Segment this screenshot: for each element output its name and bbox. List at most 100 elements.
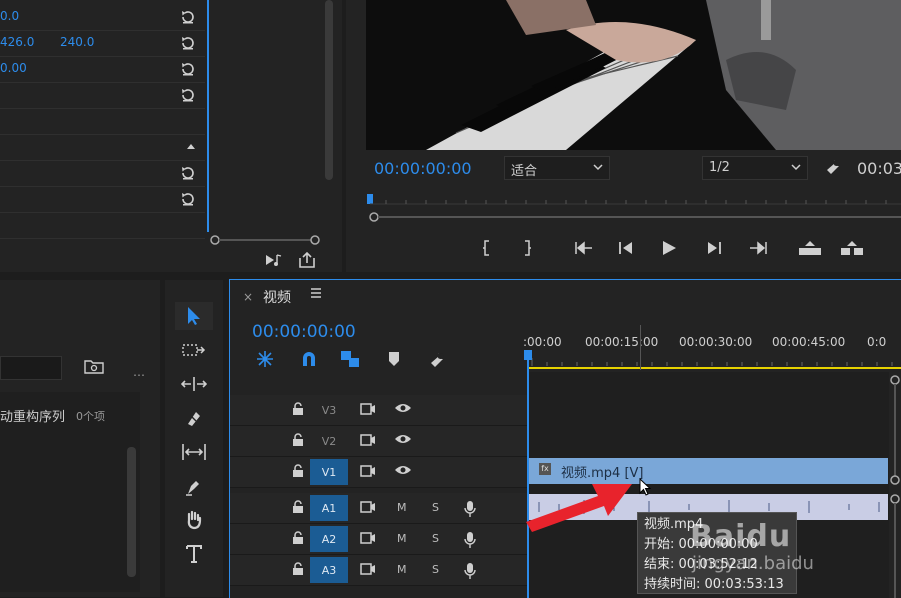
microphone-icon[interactable] [464,562,476,580]
annotation-arrow [526,484,632,532]
fx-value[interactable]: 0.00 [0,61,27,75]
track-target-a3[interactable]: A3 [310,557,348,583]
toggle-sync-lock-icon[interactable] [360,464,376,478]
mark-out-icon[interactable] [522,240,532,256]
reset-icon[interactable] [180,191,196,207]
track-target-v2[interactable]: V2 [310,428,348,454]
ruler-label: 00:00:45:00 [772,335,846,349]
track-target-a2[interactable]: A2 [310,526,348,552]
reset-icon[interactable] [180,9,196,25]
toggle-sync-lock-icon[interactable] [360,531,376,545]
fx-value[interactable]: 0.0 [0,9,19,23]
zoom-scrollbar[interactable] [210,235,320,245]
eye-icon[interactable] [394,402,412,414]
fx-row [0,212,205,239]
track-header-v1: V1 [230,457,527,488]
lock-icon[interactable] [292,500,304,514]
collapse-up-icon[interactable] [186,142,196,150]
reset-icon[interactable] [180,87,196,103]
export-icon[interactable] [298,252,316,268]
eye-icon[interactable] [394,433,412,445]
close-tab-icon[interactable]: × [243,290,253,304]
video-tracks-scrollbar[interactable] [890,375,900,485]
reset-icon[interactable] [180,61,196,77]
playhead-handle[interactable] [524,350,532,360]
ruler-marker-line [640,325,641,370]
new-bin-icon[interactable] [84,358,104,374]
playhead-line[interactable] [207,0,209,232]
lock-icon[interactable] [292,531,304,545]
timeline-timecode[interactable]: 00:00:00:00 [252,322,356,342]
vertical-scrollbar[interactable] [325,0,333,180]
solo-button[interactable]: S [432,563,439,576]
mark-in-icon[interactable] [482,240,492,256]
wrench-icon[interactable] [824,158,842,176]
project-item-count: 0个项 [76,410,105,423]
lock-icon[interactable] [292,402,304,416]
tooltip-duration: 持续时间: 00:03:53:13 [644,577,784,592]
track-header-a2: A2 M S [230,524,527,555]
video-frame [366,0,901,150]
reset-icon[interactable] [180,35,196,51]
eye-icon[interactable] [394,464,412,476]
toggle-sync-lock-icon[interactable] [360,500,376,514]
wrench-icon[interactable] [428,351,446,369]
solo-button[interactable]: S [432,501,439,514]
program-scrub-bar[interactable] [366,192,901,222]
step-forward-icon[interactable] [706,241,722,255]
razor-tool[interactable] [175,404,213,432]
lock-icon[interactable] [292,562,304,576]
timeline-tab-title[interactable]: 视频 [263,287,291,307]
lift-icon[interactable] [798,240,822,256]
project-scrollbar[interactable] [127,447,136,577]
linked-selection-icon[interactable] [340,350,360,368]
step-back-icon[interactable] [618,241,634,255]
pen-tool[interactable] [175,472,213,500]
fx-row [0,186,205,213]
audio-tracks-scrollbar[interactable] [890,494,900,598]
track-target-v3[interactable]: V3 [310,397,348,423]
play-audio-icon[interactable] [265,253,283,267]
snap-icon[interactable] [300,350,318,368]
toggle-sync-lock-icon[interactable] [360,433,376,447]
go-to-in-icon[interactable] [574,241,594,255]
mouse-cursor-icon [639,478,651,496]
toggle-sync-lock-icon[interactable] [360,562,376,576]
nest-toggle-icon[interactable] [256,350,274,368]
type-tool[interactable] [175,540,213,568]
microphone-icon[interactable] [464,500,476,518]
go-to-out-icon[interactable] [748,241,768,255]
slip-tool[interactable] [175,438,213,466]
timeline-ruler[interactable]: :00:00 00:00:15:00 00:00:30:00 00:00:45:… [523,325,901,370]
toggle-sync-lock-icon[interactable] [360,402,376,416]
track-select-tool[interactable] [175,336,213,364]
mute-button[interactable]: M [397,532,407,545]
more-icon[interactable]: … [133,365,145,379]
project-item-label[interactable]: 动重构序列 [0,406,65,425]
panel-menu-icon[interactable] [310,288,322,298]
lock-icon[interactable] [292,464,304,478]
solo-button[interactable]: S [432,532,439,545]
selection-tool[interactable] [175,302,213,330]
mute-button[interactable]: M [397,501,407,514]
track-header-a1: A1 M S [230,493,527,524]
microphone-icon[interactable] [464,531,476,549]
add-marker-icon[interactable] [388,351,400,367]
fx-value[interactable]: 426.0 [0,35,34,49]
fx-value[interactable]: 240.0 [60,35,94,49]
resolution-dropdown[interactable]: 1/2 [702,156,808,180]
ruler-label: 0:0 [867,335,887,349]
reset-icon[interactable] [180,165,196,181]
ripple-edit-tool[interactable] [175,370,213,398]
project-search-input[interactable] [0,356,62,380]
play-button[interactable] [661,240,677,256]
fit-dropdown[interactable]: 适合 [504,156,610,180]
mute-button[interactable]: M [397,563,407,576]
track-header-v2: V2 [230,426,527,457]
program-timecode[interactable]: 00:00:00:00 [374,159,472,178]
hand-tool[interactable] [175,506,213,534]
lock-icon[interactable] [292,433,304,447]
extract-icon[interactable] [840,240,864,256]
track-target-v1[interactable]: V1 [310,459,348,485]
track-target-a1[interactable]: A1 [310,495,348,521]
